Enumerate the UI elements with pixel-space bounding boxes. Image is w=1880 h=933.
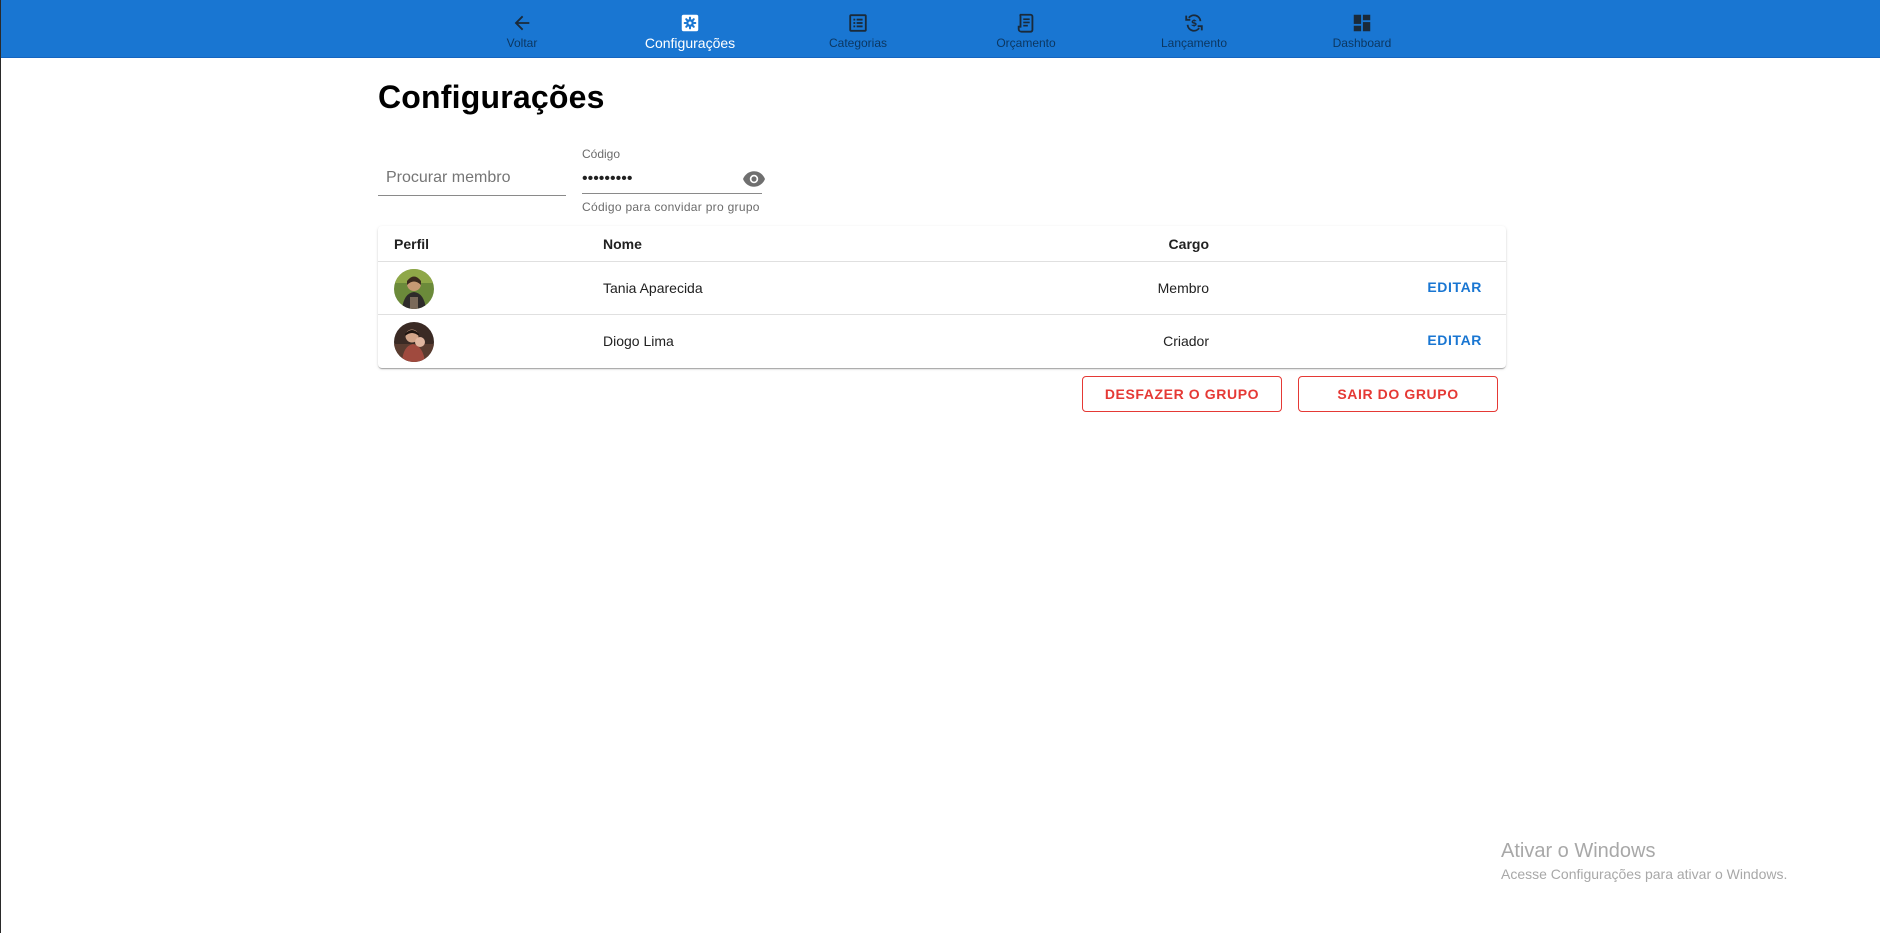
arrow-left-icon [514,15,530,31]
member-role: Membro [1157,280,1209,296]
nav-item-voltar[interactable]: Voltar [438,0,606,58]
list-icon [849,14,867,32]
table-header: Perfil Nome Cargo [378,226,1506,262]
toggle-visibility-button[interactable] [741,167,767,191]
nav-label: Lançamento [1160,36,1228,50]
svg-text:$: $ [1191,18,1197,29]
members-table: Perfil Nome Cargo Tania Aparecida Membro… [378,226,1506,368]
activation-watermark-title: Ativar o Windows [1501,840,1656,862]
top-navigation: Voltar Configurações Categorias Orçament… [1,0,1880,58]
activation-watermark-subtitle: Acesse Configurações para ativar o Windo… [1501,866,1788,882]
gear-icon [681,14,699,32]
currency-exchange-icon: $ [1185,14,1203,32]
column-header-role: Cargo [1168,236,1209,252]
edit-member-button[interactable]: EDITAR [1427,332,1482,348]
nav-item-orcamento[interactable]: Orçamento [942,0,1110,58]
code-helper-text: Código para convidar pro grupo [582,200,760,214]
edit-member-button[interactable]: EDITAR [1427,279,1482,295]
nav-label: Voltar [506,36,538,50]
disband-group-button[interactable]: DESFAZER O GRUPO [1082,376,1282,412]
member-role: Criador [1163,333,1209,349]
app-window: Voltar Configurações Categorias Orçament… [0,0,1880,933]
member-name: Diogo Lima [603,333,674,349]
nav-item-dashboard[interactable]: Dashboard [1278,0,1446,58]
page-title: Configurações [378,79,605,115]
member-name: Tania Aparecida [603,280,703,296]
nav-item-lancamento[interactable]: $ Lançamento [1110,0,1278,58]
avatar [394,269,434,309]
column-header-profile: Perfil [394,236,430,252]
dashboard-icon [1353,14,1371,32]
code-label: Código [582,147,621,161]
nav-label: Configurações [644,35,736,51]
code-field [582,164,762,194]
nav-label: Categorias [828,36,888,50]
receipt-icon [1017,13,1034,33]
table-row: Diogo Lima Criador EDITAR [378,315,1506,368]
nav-item-configuracoes[interactable]: Configurações [606,0,774,58]
eye-icon [743,171,765,187]
leave-group-button[interactable]: SAIR DO GRUPO [1298,376,1498,412]
column-header-name: Nome [603,236,642,252]
avatar [394,322,434,362]
nav-item-categorias[interactable]: Categorias [774,0,942,58]
search-input[interactable] [386,166,558,190]
nav-label: Orçamento [996,36,1056,50]
nav-label: Dashboard [1332,36,1392,50]
table-row: Tania Aparecida Membro EDITAR [378,262,1506,315]
code-input[interactable] [582,168,732,190]
search-field [378,160,566,196]
